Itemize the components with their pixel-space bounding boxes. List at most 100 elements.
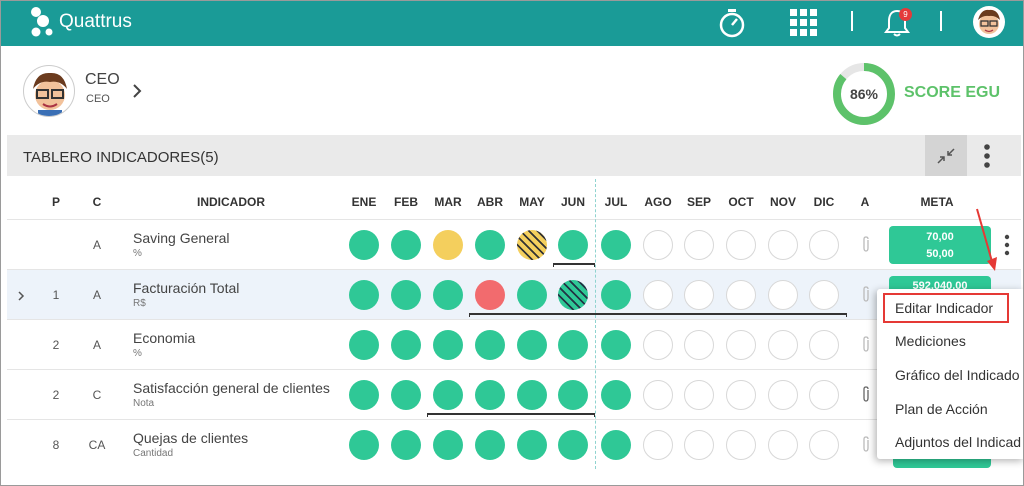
month-status-empty[interactable] — [726, 430, 756, 460]
menu-item-editar-indicador[interactable]: Editar Indicador — [895, 300, 993, 316]
month-status-green[interactable] — [433, 280, 463, 310]
menu-item-plan-accion[interactable]: Plan de Acción — [895, 401, 988, 417]
month-status-empty[interactable] — [809, 380, 839, 410]
panel-title: TABLERO INDICADORES(5) — [23, 149, 219, 166]
month-status-green[interactable] — [601, 330, 631, 360]
month-status-empty[interactable] — [726, 230, 756, 260]
indicator-name[interactable]: Facturación Total — [133, 280, 239, 296]
month-status-empty[interactable] — [809, 230, 839, 260]
month-status-green[interactable] — [391, 280, 421, 310]
month-status-empty[interactable] — [684, 380, 714, 410]
month-status-green[interactable] — [517, 430, 547, 460]
month-status-green[interactable] — [391, 380, 421, 410]
month-status-green[interactable] — [558, 230, 588, 260]
month-status-empty[interactable] — [684, 430, 714, 460]
menu-item-adjuntos[interactable]: Adjuntos del Indicad — [895, 434, 1021, 450]
paperclip-icon[interactable] — [861, 286, 871, 302]
month-status-green[interactable] — [517, 380, 547, 410]
table-row[interactable]: 2 C Satisfacción general de clientes Nota — [7, 369, 1021, 419]
month-status-empty[interactable] — [768, 430, 798, 460]
indicator-unit: Cantidad — [133, 448, 174, 459]
paperclip-icon[interactable] — [861, 386, 871, 402]
month-status-empty[interactable] — [684, 330, 714, 360]
month-status-empty[interactable] — [643, 430, 673, 460]
more-vertical-icon[interactable] — [1003, 234, 1011, 256]
more-vertical-icon[interactable] — [979, 143, 995, 169]
month-status-empty[interactable] — [726, 280, 756, 310]
month-status-red[interactable] — [475, 280, 505, 310]
table-row[interactable]: 1 A Facturación Total R$ 592.040,00 — [7, 269, 1021, 319]
month-status-green[interactable] — [433, 430, 463, 460]
month-status-green[interactable] — [601, 380, 631, 410]
month-status-empty[interactable] — [809, 330, 839, 360]
month-status-empty[interactable] — [768, 330, 798, 360]
month-status-empty[interactable] — [768, 280, 798, 310]
column-header-p: P — [51, 195, 60, 209]
month-status-hatch-g[interactable] — [558, 280, 588, 310]
month-status-green[interactable] — [475, 330, 505, 360]
month-status-green[interactable] — [475, 430, 505, 460]
month-status-hatch-y[interactable] — [517, 230, 547, 260]
month-status-green[interactable] — [558, 430, 588, 460]
collapse-button[interactable] — [925, 135, 967, 176]
month-status-green[interactable] — [475, 230, 505, 260]
month-status-empty[interactable] — [768, 380, 798, 410]
panel-header: TABLERO INDICADORES(5) — [7, 135, 1021, 176]
table-row[interactable]: A Saving General% 70,00 50,00 — [7, 219, 1021, 269]
stopwatch-icon[interactable] — [717, 7, 747, 39]
paperclip-icon[interactable] — [861, 436, 871, 452]
month-status-green[interactable] — [433, 380, 463, 410]
chevron-right-icon[interactable] — [131, 83, 143, 99]
month-status-green[interactable] — [558, 330, 588, 360]
month-status-green[interactable] — [349, 380, 379, 410]
indicator-name[interactable]: Satisfacción general de clientes — [133, 380, 330, 396]
apps-grid-icon[interactable] — [789, 8, 819, 38]
month-status-empty[interactable] — [726, 330, 756, 360]
month-status-green[interactable] — [601, 230, 631, 260]
annotation-arrow — [976, 208, 997, 271]
month-status-empty[interactable] — [768, 230, 798, 260]
month-status-empty[interactable] — [643, 280, 673, 310]
month-status-green[interactable] — [391, 230, 421, 260]
score-ring: 86% — [833, 63, 895, 125]
month-status-empty[interactable] — [684, 280, 714, 310]
month-status-green[interactable] — [601, 430, 631, 460]
month-status-green[interactable] — [349, 280, 379, 310]
table-row[interactable]: 8 CA Quejas de clientes Cantidad — [7, 419, 1021, 469]
month-status-green[interactable] — [349, 430, 379, 460]
logo-icon[interactable] — [29, 5, 55, 41]
indicator-name[interactable]: Saving General — [133, 230, 230, 246]
month-status-empty[interactable] — [809, 430, 839, 460]
paperclip-icon[interactable] — [861, 336, 871, 352]
avatar — [23, 65, 75, 117]
month-status-green[interactable] — [349, 230, 379, 260]
indicator-name[interactable]: Economia — [133, 330, 195, 346]
month-status-green[interactable] — [517, 330, 547, 360]
column-header-month: FEB — [394, 195, 418, 209]
avatar-icon[interactable] — [973, 6, 1005, 38]
month-status-green[interactable] — [391, 330, 421, 360]
month-status-empty[interactable] — [684, 230, 714, 260]
table-row[interactable]: 2 A Economia% — [7, 319, 1021, 369]
user-name: CEO — [85, 71, 120, 88]
month-status-empty[interactable] — [643, 230, 673, 260]
menu-item-grafico[interactable]: Gráfico del Indicado — [895, 367, 1020, 383]
expand-row-icon[interactable] — [17, 290, 25, 302]
indicator-name[interactable]: Quejas de clientes — [133, 430, 248, 446]
month-status-green[interactable] — [433, 330, 463, 360]
app-frame: Quattrus 9 CEO CEO 86% SCORE EGU TABLERO… — [0, 0, 1024, 486]
month-status-green[interactable] — [391, 430, 421, 460]
menu-item-mediciones[interactable]: Mediciones — [895, 333, 966, 349]
month-status-green[interactable] — [558, 380, 588, 410]
month-status-empty[interactable] — [643, 330, 673, 360]
month-status-green[interactable] — [349, 330, 379, 360]
month-status-yellow[interactable] — [433, 230, 463, 260]
month-status-empty[interactable] — [809, 280, 839, 310]
month-status-green[interactable] — [601, 280, 631, 310]
cell-c: CA — [88, 438, 106, 452]
month-status-green[interactable] — [475, 380, 505, 410]
month-status-empty[interactable] — [643, 380, 673, 410]
paperclip-icon[interactable] — [861, 236, 871, 252]
month-status-green[interactable] — [517, 280, 547, 310]
month-status-empty[interactable] — [726, 380, 756, 410]
